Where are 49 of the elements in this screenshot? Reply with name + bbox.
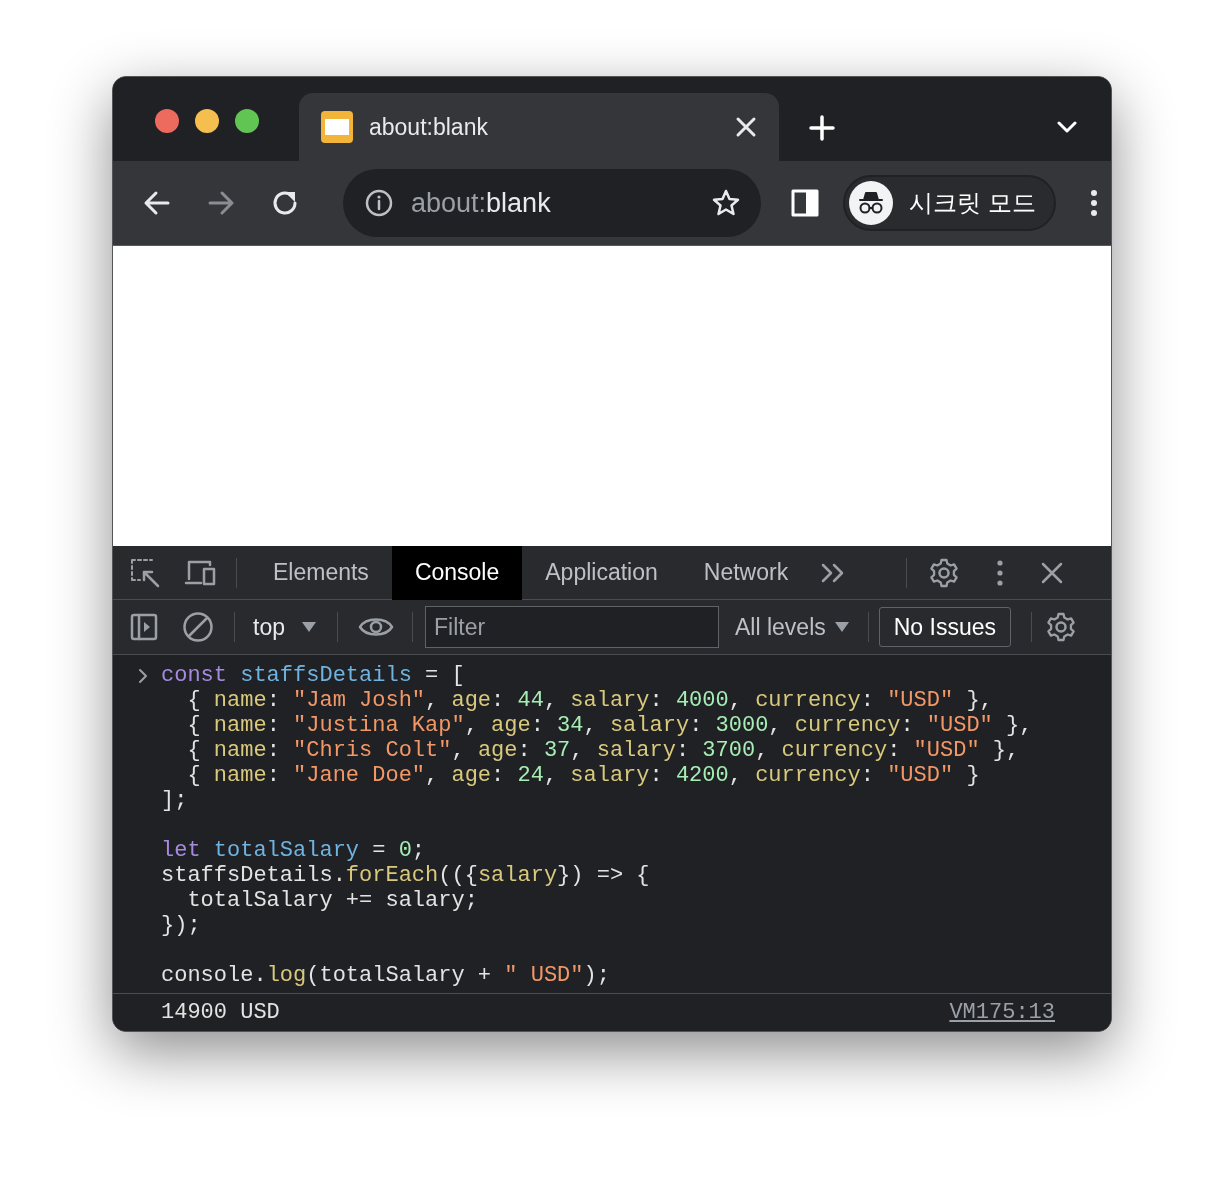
code-line: const staffsDetails = [ bbox=[161, 663, 465, 688]
new-tab-icon[interactable] bbox=[809, 115, 835, 141]
console-output: 14900 USD bbox=[161, 999, 280, 1027]
dropdown-arrow-icon bbox=[833, 621, 850, 633]
browser-tab[interactable]: about:blank bbox=[299, 93, 779, 161]
settings-icon[interactable] bbox=[1046, 612, 1076, 642]
source-link[interactable]: VM175:13 bbox=[949, 996, 1055, 1029]
close-icon[interactable] bbox=[1041, 561, 1064, 584]
code-line: { name: "Chris Colt", age: 37, salary: 3700, currency: "USD" }, bbox=[186, 738, 1020, 763]
window-control-dot[interactable] bbox=[195, 109, 219, 133]
code-line: staffsDetails.forEach(({salary}) => { bbox=[161, 863, 650, 888]
code-line: { name: "Jane Doe", age: 24, salary: 4200, currency: "USD" } bbox=[186, 763, 980, 788]
inspect-element-icon[interactable] bbox=[130, 557, 160, 588]
devtools-tab[interactable]: Console bbox=[391, 545, 523, 600]
code-line: totalSalary += salary; bbox=[186, 888, 478, 913]
tab-title: about:blank bbox=[369, 112, 489, 142]
favicon-icon bbox=[321, 111, 353, 143]
star-icon[interactable] bbox=[711, 188, 741, 218]
issues-button[interactable]: No Issues bbox=[878, 606, 1011, 648]
more-menu-icon[interactable] bbox=[1089, 190, 1098, 216]
window-control-dot[interactable] bbox=[155, 109, 179, 133]
code-line: ]; bbox=[161, 788, 188, 813]
url-text: about:blank bbox=[411, 186, 551, 220]
code-line: { name: "Jam Josh", age: 44, salary: 4000, currency: "USD" }, bbox=[186, 688, 993, 713]
filter-field[interactable]: Filter bbox=[425, 606, 719, 648]
sidebar-toggle-icon[interactable] bbox=[130, 613, 158, 641]
code-line: console.log(totalSalary + " USD"); bbox=[161, 962, 610, 988]
devtools-tab[interactable]: Elements bbox=[250, 545, 392, 600]
tab-search-chevron-icon[interactable] bbox=[1057, 121, 1077, 133]
log-levels-dropdown[interactable]: All levels bbox=[735, 609, 850, 645]
dropdown-arrow-icon bbox=[301, 621, 317, 633]
info-icon bbox=[365, 189, 393, 217]
device-toolbar-icon[interactable] bbox=[184, 558, 216, 587]
eye-icon[interactable] bbox=[358, 615, 394, 639]
incognito-icon bbox=[849, 181, 893, 225]
code-line: let totalSalary = 0; bbox=[161, 837, 426, 863]
clear-console-icon[interactable] bbox=[182, 611, 214, 643]
settings-icon[interactable] bbox=[929, 557, 960, 588]
devtools-tab[interactable]: Application bbox=[522, 545, 681, 600]
code-line: }); bbox=[161, 913, 201, 938]
address-bar[interactable]: about:blank bbox=[343, 169, 761, 237]
context-selector[interactable]: top bbox=[253, 609, 317, 645]
code-line: { name: "Justina Kap", age: 34, salary: 3000, currency: "USD" }, bbox=[186, 713, 1033, 738]
window-control-dot[interactable] bbox=[235, 109, 259, 133]
prompt-chevron-icon bbox=[138, 668, 148, 684]
more-menu-icon[interactable] bbox=[997, 559, 1004, 586]
devtools-tab[interactable]: Network bbox=[680, 545, 812, 600]
incognito-profile-button[interactable]: 시크릿 모드 bbox=[843, 175, 1056, 231]
side-panel-icon[interactable] bbox=[791, 189, 819, 217]
